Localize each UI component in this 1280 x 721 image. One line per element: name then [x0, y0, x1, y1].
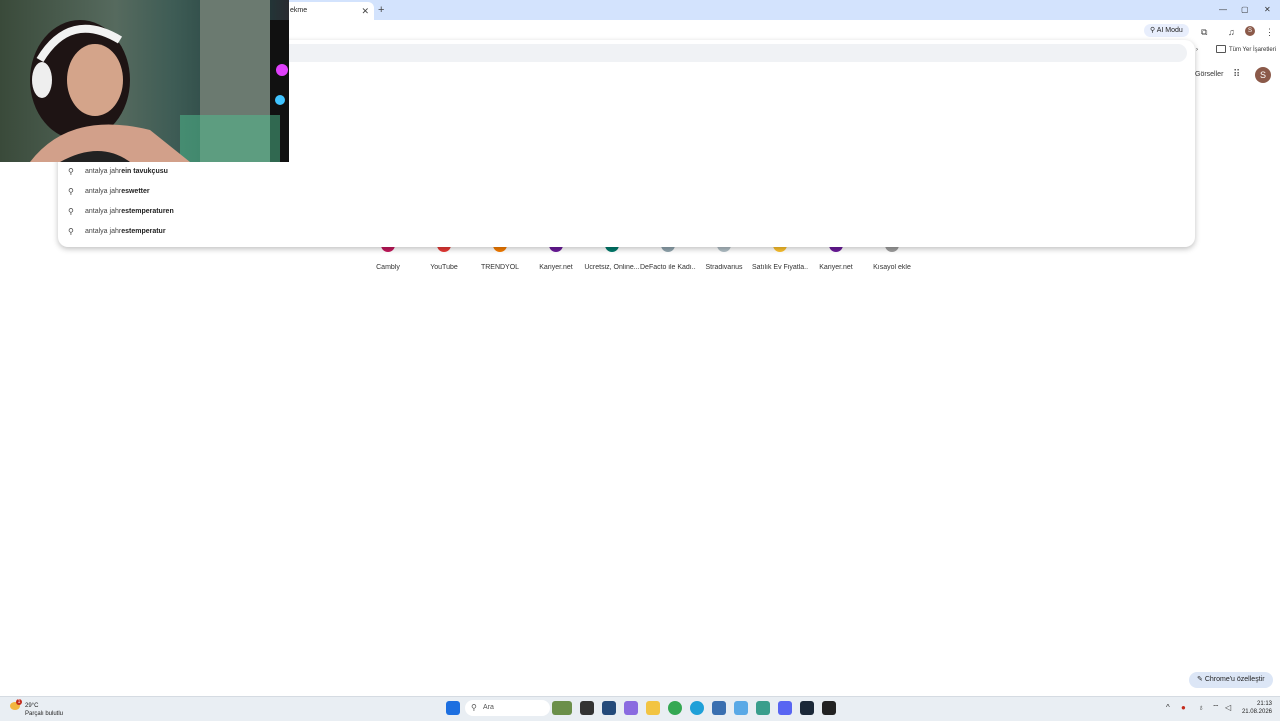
date: 21.08.2026 — [1241, 709, 1272, 715]
ai-mode-label: AI Modu — [1156, 27, 1183, 34]
notification-badge: 1 — [16, 699, 22, 705]
tab-title: ekme — [290, 7, 308, 14]
customize-chrome-button[interactable]: ✎ Chrome'u özelleştir — [1189, 672, 1273, 688]
webcam-overlay — [0, 0, 289, 162]
taskbar-search[interactable]: ⚲ Ara — [465, 700, 550, 716]
suggestion-completion: estemperaturen — [121, 208, 174, 215]
active-tab[interactable]: ekme ✕ — [280, 2, 374, 20]
pencil-icon: ✎ — [1197, 676, 1203, 683]
suggestion-completion: ein tavukçusu — [121, 168, 168, 175]
all-bookmarks-link[interactable]: Tüm Yer İşaretleri — [1229, 47, 1276, 53]
suggestion-prefix: antalya jahr — [85, 208, 122, 215]
copilot-icon[interactable] — [624, 701, 638, 715]
shortcut-label: Ücretsiz, Online... — [584, 264, 640, 271]
search-highlight-icon — [552, 701, 572, 715]
suggestion-item[interactable]: ⚲ antalya jahrein tavukçusu — [58, 162, 1195, 182]
task-view-icon[interactable] — [580, 701, 594, 715]
discord-icon[interactable] — [778, 701, 792, 715]
profile-avatar[interactable]: S — [1255, 67, 1271, 83]
taskbar-search-placeholder: Ara — [483, 704, 494, 711]
shortcut-label: YouTube — [430, 264, 458, 271]
microphone-icon[interactable]: ♁ — [1198, 703, 1204, 713]
taskbar: 1 29°C Parçalı bulutlu ⚲ Ara ^ ● ♁ ⌔ ◁ 21… — [0, 696, 1280, 721]
ai-mode-button[interactable]: ⚲ AI Modu — [1144, 24, 1189, 37]
webcam-image — [30, 0, 289, 162]
search-icon: ⚲ — [1150, 27, 1156, 34]
app-icon[interactable] — [712, 701, 726, 715]
tray-app-icon[interactable]: ● — [1181, 703, 1186, 713]
customize-chrome-label: Chrome'u özelleştir — [1204, 676, 1265, 683]
shortcut-label: Satılık Ev Fiyatla... — [752, 264, 808, 271]
chevron-right-icon[interactable]: › — [1196, 47, 1198, 53]
wifi-icon[interactable]: ⌔ — [1212, 703, 1220, 713]
clock[interactable]: 21:13 21.08.2026 — [1238, 700, 1272, 716]
widgets-icon[interactable] — [602, 701, 616, 715]
search-icon: ⚲ — [68, 187, 74, 196]
shortcut-label: Kariyer.net — [819, 264, 853, 271]
suggestion-prefix: antalya jahr — [85, 228, 122, 235]
suggestion-prefix: antalya jahr — [85, 188, 122, 195]
start-icon[interactable] — [446, 701, 460, 715]
suggestion-item[interactable]: ⚲ antalya jahreswetter — [58, 182, 1195, 202]
app-icon[interactable] — [734, 701, 748, 715]
media-icon[interactable]: ♫ — [1228, 26, 1235, 38]
profile-avatar-small[interactable]: S — [1245, 26, 1255, 36]
shortcut-label: Kariyer.net — [539, 264, 573, 271]
folder-icon — [1216, 45, 1226, 54]
bookmarks-bar: › Tüm Yer İşaretleri — [1196, 44, 1280, 56]
volume-icon[interactable]: ◁ — [1225, 703, 1231, 713]
chrome-icon[interactable] — [668, 701, 682, 715]
shortcut-label: TRENDYOL — [480, 264, 520, 271]
images-link[interactable]: Görseller — [1195, 71, 1223, 78]
suggestion-item[interactable]: ⚲ antalya jahrestemperaturen — [58, 202, 1195, 222]
edge-icon[interactable] — [690, 701, 704, 715]
apps-grid-icon[interactable]: ⠿ — [1233, 70, 1240, 80]
search-icon: ⚲ — [68, 227, 74, 236]
suggestion-completion: estemperatur — [121, 228, 166, 235]
weather-desc: Parçalı bulutlu — [25, 711, 64, 717]
shortcut-label: Cambly — [376, 264, 400, 271]
steam-icon[interactable] — [800, 701, 814, 715]
tab-close-icon[interactable]: ✕ — [361, 2, 369, 20]
suggestion-item[interactable]: ⚲ antalya jahrestemperatur — [58, 222, 1195, 242]
search-icon: ⚲ — [68, 207, 74, 216]
file-explorer-icon[interactable] — [646, 701, 660, 715]
minimize-icon[interactable]: — — [1219, 3, 1227, 17]
time: 21:13 — [1256, 701, 1272, 707]
shortcut-label: Kısayol ekle — [873, 264, 911, 271]
extensions-icon[interactable]: ⧉ — [1201, 26, 1207, 38]
menu-icon[interactable]: ⋮ — [1265, 26, 1274, 38]
new-tab-button[interactable]: + — [378, 3, 384, 17]
window-close-icon[interactable]: ✕ — [1264, 3, 1271, 17]
suggestion-completion: eswetter — [121, 188, 150, 195]
obs-icon[interactable] — [822, 701, 836, 715]
weather-temp: 29°C — [25, 703, 39, 709]
search-icon: ⚲ — [471, 703, 477, 712]
shortcut-label: DeFacto ile Kadı... — [640, 264, 696, 271]
chevron-up-icon[interactable]: ^ — [1166, 703, 1170, 713]
maximize-icon[interactable]: ▢ — [1241, 3, 1249, 17]
settings-icon[interactable] — [756, 701, 770, 715]
shortcut-label: Stradivarius — [705, 264, 743, 271]
suggestion-prefix: antalya jahr — [85, 168, 122, 175]
search-icon: ⚲ — [68, 167, 74, 176]
